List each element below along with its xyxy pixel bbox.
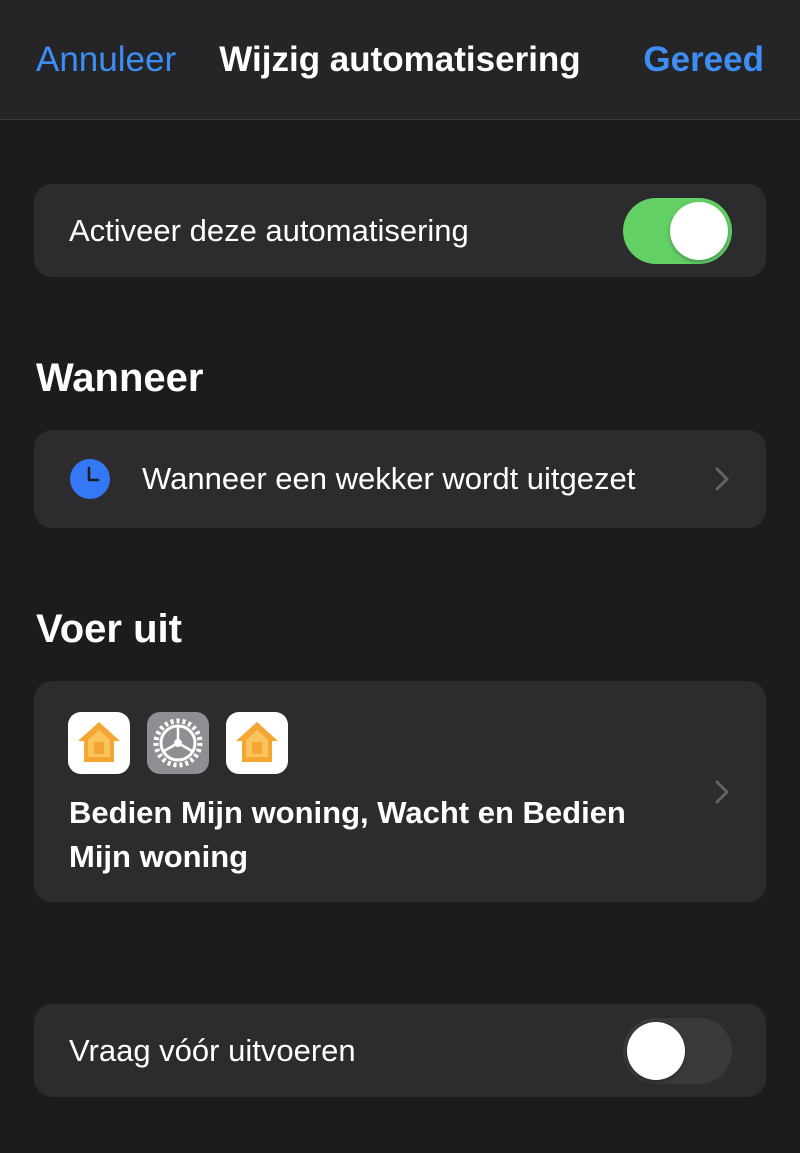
ask-before-running-label: Vraag vóór uitvoeren bbox=[69, 1032, 356, 1068]
when-trigger-label: Wanneer een wekker wordt uitgezet bbox=[142, 461, 636, 496]
done-button[interactable]: Gereed bbox=[643, 38, 764, 82]
when-trigger-row[interactable]: Wanneer een wekker wordt uitgezet bbox=[34, 430, 766, 528]
chevron-right-icon bbox=[715, 780, 729, 804]
activate-automation-toggle[interactable] bbox=[623, 197, 732, 264]
toggle-knob bbox=[627, 1021, 685, 1080]
activate-automation-label: Activeer deze automatisering bbox=[69, 212, 469, 248]
settings-app-icon bbox=[147, 712, 209, 774]
activate-automation-row: Activeer deze automatisering bbox=[34, 184, 766, 277]
when-section-header: Wanneer bbox=[36, 356, 204, 400]
ask-before-running-row: Vraag vóór uitvoeren bbox=[34, 1004, 766, 1097]
home-app-icon bbox=[68, 712, 130, 774]
do-actions-row[interactable]: Bedien Mijn woning, Wacht en Bedien Mijn… bbox=[34, 681, 766, 902]
action-app-icons bbox=[68, 712, 288, 774]
navigation-bar: Annuleer Wijzig automatisering Gereed bbox=[0, 0, 800, 120]
clock-icon bbox=[70, 459, 110, 499]
do-section-header: Voer uit bbox=[36, 607, 182, 651]
ask-before-running-toggle[interactable] bbox=[623, 1017, 732, 1084]
actions-summary: Bedien Mijn woning, Wacht en Bedien Mijn… bbox=[69, 795, 626, 874]
chevron-right-icon bbox=[715, 467, 729, 491]
toggle-knob bbox=[670, 201, 728, 260]
home-app-icon bbox=[226, 712, 288, 774]
